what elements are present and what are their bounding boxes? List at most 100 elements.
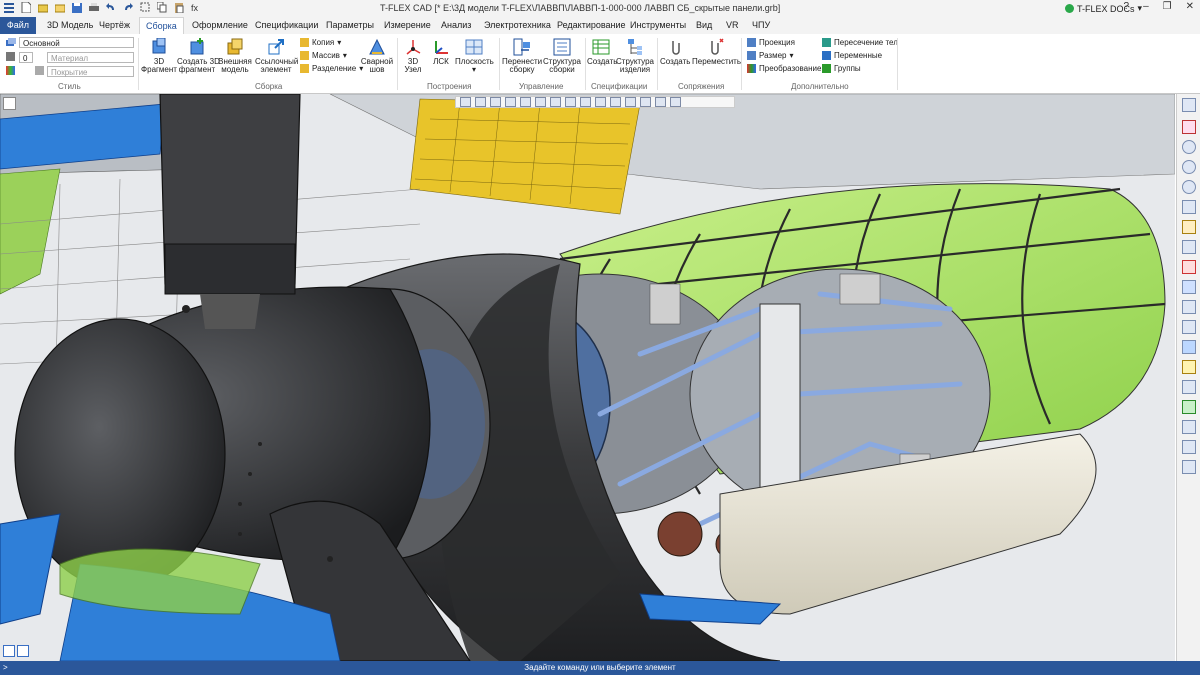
shaded-view-icon[interactable] <box>1182 340 1196 354</box>
perspective-icon[interactable] <box>1182 380 1196 394</box>
filter-fragments-icon[interactable] <box>535 97 546 107</box>
minimize-button[interactable]: – <box>1143 1 1149 12</box>
plane-button[interactable]: Плоскость ▾ <box>455 38 494 74</box>
filter-all-icon[interactable] <box>670 97 681 107</box>
variables-button[interactable]: Переменные <box>822 51 882 60</box>
tab-assembly[interactable]: Сборка <box>139 17 184 35</box>
weld-button[interactable]: Сварной шов <box>360 38 394 74</box>
tab-editing[interactable]: Редактирование <box>557 17 626 34</box>
clip-plane-icon[interactable] <box>1182 260 1196 274</box>
size-button[interactable]: Размер ▾ <box>747 51 794 60</box>
app-icon[interactable] <box>4 2 14 13</box>
model-tree-icon[interactable] <box>1182 98 1196 112</box>
lcs-button[interactable]: ЛСК <box>428 38 454 66</box>
standard-view-icon[interactable] <box>1182 280 1196 294</box>
tab-drawing[interactable]: Чертёж <box>99 17 130 34</box>
edit-view-icon[interactable] <box>1182 220 1196 234</box>
help-icon[interactable]: ? <box>1124 1 1130 12</box>
external-model-button[interactable]: Внешняя модель <box>217 38 253 74</box>
tab-view[interactable]: Вид <box>696 17 712 34</box>
tab-vr[interactable]: VR <box>726 17 739 34</box>
camera-icon[interactable] <box>1182 460 1196 474</box>
zoom-window-icon[interactable] <box>1182 160 1196 174</box>
tab-3d-model[interactable]: 3D Модель <box>47 17 93 34</box>
material-view-icon[interactable] <box>1182 400 1196 414</box>
ref-element-button[interactable]: Ссылочный элемент <box>255 38 298 74</box>
table-view-icon[interactable] <box>3 645 15 657</box>
zoom-icon[interactable] <box>1182 140 1196 154</box>
tab-analysis[interactable]: Анализ <box>441 17 471 34</box>
filter-nodes-icon[interactable] <box>625 97 636 107</box>
filter-vertices-icon[interactable] <box>505 97 516 107</box>
tab-tools[interactable]: Инструменты <box>630 17 686 34</box>
filter-curves-icon[interactable] <box>550 97 561 107</box>
pan-icon[interactable] <box>1182 200 1196 214</box>
macro-icon[interactable]: fx <box>191 2 201 13</box>
tab-parameters[interactable]: Параметры <box>326 17 374 34</box>
assembly-structure-button[interactable]: Структура сборки <box>542 38 582 74</box>
select-icon[interactable] <box>140 2 150 13</box>
print-icon[interactable] <box>89 2 99 13</box>
projection-button[interactable]: Проекция <box>747 38 795 47</box>
body-intersection-button[interactable]: Пересечение тел <box>822 38 898 47</box>
section-icon[interactable] <box>1182 240 1196 254</box>
magnet-icon[interactable] <box>1182 120 1196 134</box>
copy-button[interactable]: Копия ▾ <box>300 38 341 47</box>
paste-icon[interactable] <box>174 2 184 14</box>
material-field[interactable]: Материал <box>47 52 134 63</box>
tab-measure[interactable]: Измерение <box>384 17 431 34</box>
array-button[interactable]: Массив ▾ <box>300 51 347 60</box>
split-button[interactable]: Разделение ▾ <box>300 64 363 73</box>
lighting-icon[interactable] <box>1182 420 1196 434</box>
tab-specifications[interactable]: Спецификации <box>255 17 318 34</box>
close-button[interactable]: ✕ <box>1186 1 1194 12</box>
tab-cnc[interactable]: ЧПУ <box>752 17 770 34</box>
filter-planes-icon[interactable] <box>595 97 606 107</box>
groups-button[interactable]: Группы <box>822 64 861 73</box>
create-spec-button[interactable]: Создать <box>587 38 617 66</box>
export-view-icon[interactable] <box>1182 440 1196 454</box>
filter-operations-icon[interactable] <box>610 97 621 107</box>
tab-file[interactable]: Файл <box>0 17 36 34</box>
render-icon[interactable] <box>1182 360 1196 374</box>
material-number[interactable]: 0 <box>19 52 33 63</box>
color-palette-icon[interactable] <box>6 66 15 75</box>
copy-icon[interactable] <box>156 1 167 13</box>
create-fragment-button[interactable]: Создать 3D фрагмент <box>177 38 220 74</box>
layer-select[interactable]: Основной <box>19 37 134 48</box>
selection-filter-toolbar <box>455 96 735 108</box>
3d-viewport[interactable] <box>0 94 1175 661</box>
filter-icon[interactable] <box>460 97 471 107</box>
grid-view-icon[interactable] <box>17 645 29 657</box>
maximize-button[interactable]: ❐ <box>1163 1 1172 12</box>
move-mate-button[interactable]: Переместить <box>692 38 741 66</box>
filter-bodies-icon[interactable] <box>520 97 531 107</box>
open-folder-icon[interactable] <box>54 2 66 13</box>
tab-electrical[interactable]: Электротехника <box>484 17 551 34</box>
view-cube-icon[interactable] <box>1182 320 1196 334</box>
tab-design[interactable]: Оформление <box>192 17 248 34</box>
fragment-3d-button[interactable]: 3D Фрагмент <box>141 37 177 74</box>
move-assembly-button[interactable]: Перенести сборку <box>502 38 542 74</box>
node-3d-button[interactable]: 3D Узел <box>400 38 426 74</box>
coating-field[interactable]: Покрытие <box>47 66 134 77</box>
filter-edges-icon[interactable] <box>490 97 501 107</box>
transform-button[interactable]: Преобразование <box>747 64 821 73</box>
filter-faces-icon[interactable] <box>475 97 486 107</box>
filter-text-icon[interactable] <box>655 97 666 107</box>
orbit-icon[interactable] <box>1182 300 1196 314</box>
product-structure-button[interactable]: Структура изделия <box>615 38 655 74</box>
filter-paths-icon[interactable] <box>640 97 651 107</box>
redo-icon[interactable] <box>123 2 133 13</box>
zoom-fit-icon[interactable] <box>1182 180 1196 194</box>
window-title: T-FLEX CAD [* E:\3Д модели T-FLEX\ЛАВВП\… <box>380 3 781 13</box>
open-model-icon[interactable] <box>37 2 49 13</box>
paperclip-icon <box>666 38 684 56</box>
new-document-icon[interactable] <box>21 1 32 14</box>
undo-icon[interactable] <box>106 2 116 13</box>
filter-axis-icon[interactable] <box>565 97 576 107</box>
create-mate-button[interactable]: Создать <box>660 38 690 66</box>
save-icon[interactable] <box>72 2 82 13</box>
viewport-options-icon[interactable] <box>3 97 16 110</box>
filter-lcs-icon[interactable] <box>580 97 591 107</box>
